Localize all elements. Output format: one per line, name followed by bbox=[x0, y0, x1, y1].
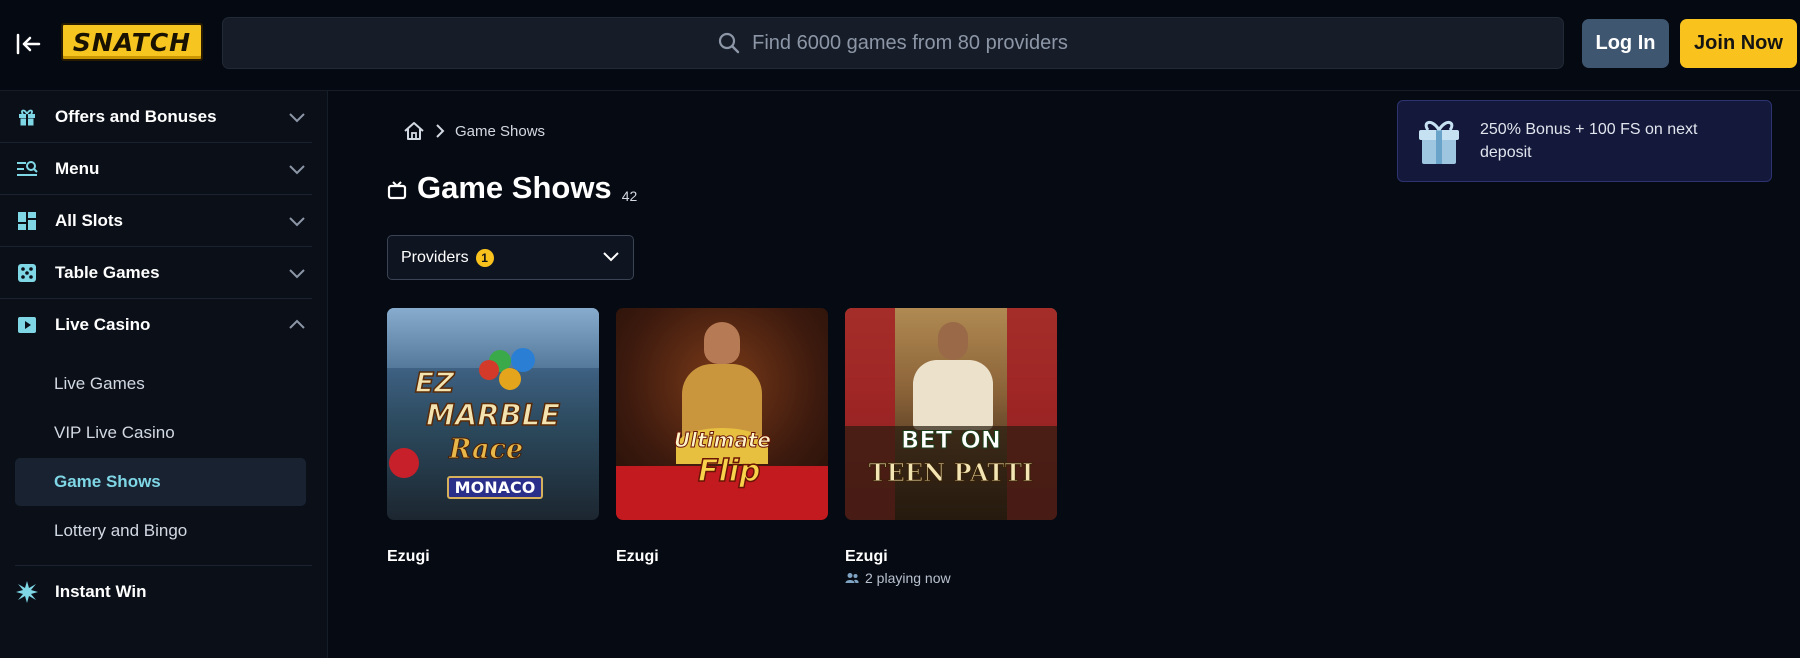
sidebar-item-live-casino[interactable]: Live Casino bbox=[0, 299, 312, 351]
marble-red-large bbox=[389, 448, 419, 478]
promo-text: 250% Bonus + 100 FS on next deposit bbox=[1480, 121, 1698, 161]
art-title-ultimate: Ultimate bbox=[674, 428, 772, 453]
art-title-flip: Flip bbox=[697, 453, 761, 490]
sidebar-item-label: Menu bbox=[55, 158, 100, 178]
chevron-right-icon bbox=[436, 124, 445, 138]
snatch-logo[interactable]: SNATCH bbox=[61, 23, 203, 61]
dice-icon bbox=[16, 262, 38, 284]
chevron-down-icon bbox=[286, 106, 308, 128]
sidebar-subitem-live-games[interactable]: Live Games bbox=[15, 360, 306, 408]
search-icon bbox=[719, 32, 740, 54]
art-title-monaco: MONACO bbox=[447, 476, 543, 499]
sidebar-item-all-slots[interactable]: All Slots bbox=[0, 195, 312, 247]
gift-icon bbox=[16, 106, 38, 128]
game-card-ultimate-flip[interactable]: Ultimate Flip Ezugi bbox=[616, 308, 828, 565]
users-icon bbox=[845, 573, 859, 583]
game-count: 42 bbox=[621, 188, 638, 204]
providers-label: Providers bbox=[401, 248, 469, 266]
art-title-race: Race bbox=[448, 434, 524, 466]
sidebar: Offers and Bonuses Menu All Slots Table … bbox=[0, 91, 328, 658]
login-button[interactable]: Log In bbox=[1582, 19, 1669, 68]
players-online-text: 2 playing now bbox=[865, 570, 951, 586]
providers-dropdown[interactable]: Providers 1 bbox=[387, 235, 634, 280]
page-title: Game Shows 42 bbox=[387, 170, 637, 206]
art-title-ez: EZ bbox=[414, 365, 455, 400]
game-card-teen-patti[interactable]: BET ON TEEN PATTI Ezugi 2 playing now bbox=[845, 308, 1057, 586]
breadcrumb-current: Game Shows bbox=[455, 122, 546, 140]
chevron-down-icon bbox=[286, 262, 308, 284]
sidebar-item-label: Live Casino bbox=[55, 315, 151, 334]
sidebar-subitem-game-shows[interactable]: Game Shows bbox=[15, 458, 306, 506]
collapse-left-icon bbox=[16, 33, 41, 55]
sidebar-subitem-vip-live-casino[interactable]: VIP Live Casino bbox=[15, 409, 306, 457]
sidebar-item-label: Table Games bbox=[55, 262, 160, 282]
sidebar-item-offers[interactable]: Offers and Bonuses bbox=[0, 91, 312, 143]
chevron-up-icon bbox=[286, 314, 308, 336]
home-icon[interactable] bbox=[403, 121, 425, 141]
art-host-head bbox=[938, 322, 968, 360]
art-title-bet-on: BET ON bbox=[901, 426, 1002, 455]
chevron-down-icon bbox=[602, 249, 620, 267]
marble-yellow bbox=[499, 368, 521, 390]
burst-icon bbox=[16, 581, 38, 603]
sidebar-item-label: All Slots bbox=[55, 210, 124, 230]
grid-icon bbox=[16, 210, 38, 232]
game-thumbnail[interactable]: EZ MARBLE Race MONACO bbox=[387, 308, 599, 520]
game-card-marble-race[interactable]: EZ MARBLE Race MONACO Ezugi bbox=[387, 308, 599, 565]
players-online: 2 playing now bbox=[845, 570, 951, 586]
collapse-sidebar-button[interactable] bbox=[12, 28, 44, 60]
sidebar-item-menu[interactable]: Menu bbox=[0, 143, 312, 195]
game-provider: Ezugi bbox=[845, 548, 888, 565]
sidebar-item-table-games[interactable]: Table Games bbox=[0, 247, 312, 299]
art-host-head bbox=[704, 322, 740, 364]
chevron-down-icon bbox=[286, 210, 308, 232]
page-title-text: Game Shows bbox=[417, 170, 612, 205]
game-provider: Ezugi bbox=[387, 548, 430, 565]
bonus-promo-banner[interactable]: 250% Bonus + 100 FS on next deposit bbox=[1397, 100, 1772, 182]
game-thumbnail[interactable]: Ultimate Flip bbox=[616, 308, 828, 520]
art-title-marble: MARBLE bbox=[425, 397, 561, 433]
breadcrumb: Game Shows bbox=[403, 119, 545, 143]
marble-red bbox=[479, 360, 499, 380]
game-thumbnail[interactable]: BET ON TEEN PATTI bbox=[845, 308, 1057, 520]
sidebar-subitem-lottery-bingo[interactable]: Lottery and Bingo bbox=[15, 507, 306, 555]
sidebar-item-instant-win[interactable]: Instant Win bbox=[0, 566, 312, 618]
menu-search-icon bbox=[16, 158, 38, 180]
search-placeholder: Find 6000 games from 80 providers bbox=[752, 31, 1068, 54]
logo-text: SNATCH bbox=[72, 27, 192, 57]
sidebar-item-label: Offers and Bonuses bbox=[55, 106, 217, 126]
chevron-down-icon bbox=[286, 158, 308, 180]
play-icon bbox=[16, 314, 38, 336]
providers-count-badge: 1 bbox=[475, 248, 494, 267]
top-header: SNATCH Find 6000 games from 80 providers… bbox=[0, 0, 1800, 91]
sidebar-item-label: Instant Win bbox=[55, 582, 147, 601]
search-bar[interactable]: Find 6000 games from 80 providers bbox=[222, 17, 1564, 69]
join-now-button[interactable]: Join Now bbox=[1680, 19, 1797, 68]
tv-icon bbox=[387, 181, 407, 200]
gift-box-icon bbox=[1419, 121, 1459, 164]
art-host-body bbox=[913, 360, 993, 430]
art-title-teen-patti: TEEN PATTI bbox=[868, 458, 1034, 488]
game-provider: Ezugi bbox=[616, 548, 659, 565]
